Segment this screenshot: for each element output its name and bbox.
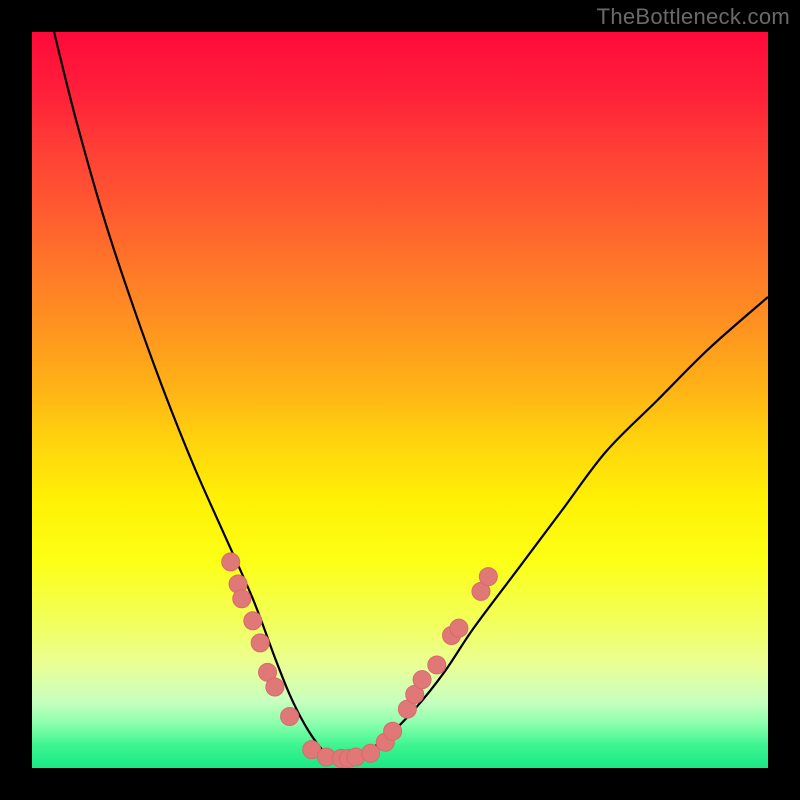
curve-marker — [428, 656, 446, 674]
curve-marker — [244, 612, 262, 630]
curve-marker — [251, 634, 269, 652]
curve-marker — [266, 678, 284, 696]
curve-marker — [362, 744, 380, 762]
bottleneck-curve — [54, 32, 768, 762]
curve-marker — [450, 619, 468, 637]
curve-markers — [222, 553, 498, 768]
chart-stage: TheBottleneck.com — [0, 0, 800, 800]
curve-marker — [281, 707, 299, 725]
chart-svg — [32, 32, 768, 768]
curve-marker — [233, 590, 251, 608]
curve-marker — [413, 671, 431, 689]
plot-area — [32, 32, 768, 768]
watermark-text: TheBottleneck.com — [597, 4, 790, 30]
curve-marker — [222, 553, 240, 571]
curve-marker — [479, 568, 497, 586]
curve-marker — [384, 722, 402, 740]
